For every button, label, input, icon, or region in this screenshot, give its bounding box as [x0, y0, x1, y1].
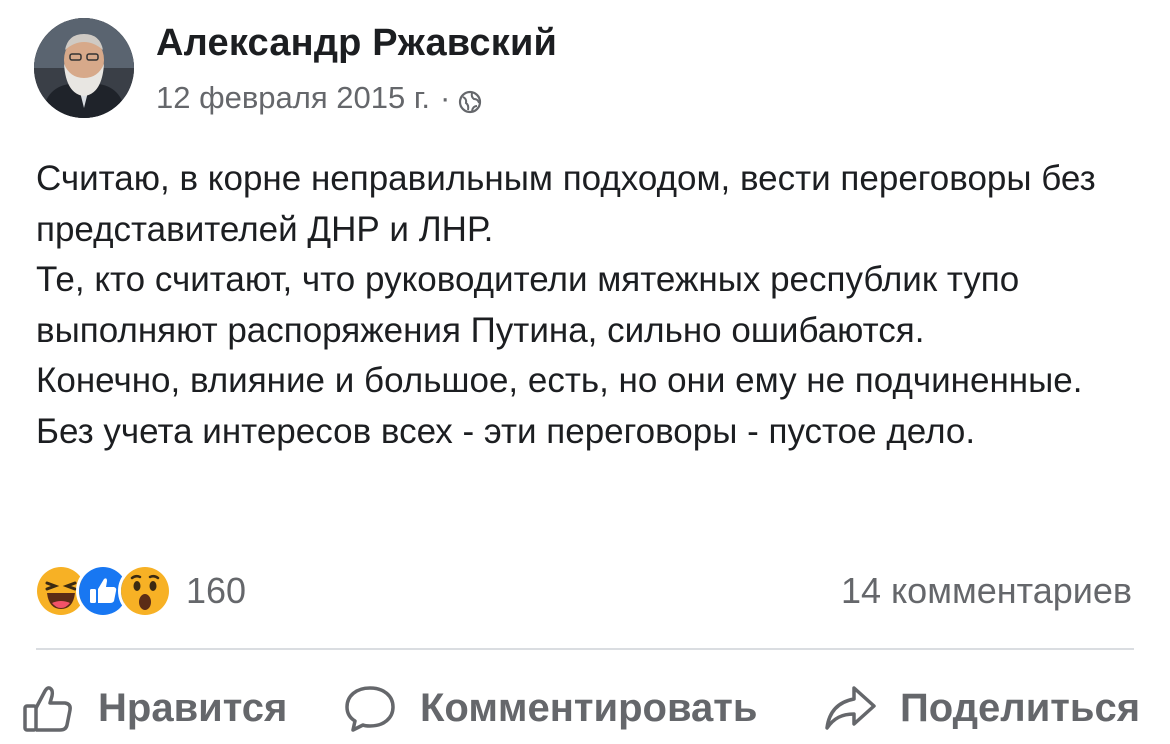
like-button[interactable]: Нравится — [20, 676, 287, 740]
post-text: Считаю, в корне неправильным подходом, в… — [36, 154, 1146, 457]
comment-label: Комментировать — [420, 685, 758, 730]
post-date[interactable]: 12 февраля 2015 г. — [156, 80, 430, 116]
globe-icon — [458, 86, 482, 114]
thumbs-up-icon — [23, 686, 72, 732]
post-paragraph: Считаю, в корне неправильным подходом, в… — [36, 159, 1096, 249]
avatar-photo — [34, 18, 134, 118]
like-label: Нравится — [98, 685, 288, 730]
comment-icon — [345, 686, 395, 732]
share-label: Поделиться — [900, 685, 1141, 730]
author-avatar[interactable] — [34, 18, 134, 118]
facebook-post: Александр Ржавский 12 февраля 2015 г. · … — [0, 0, 1170, 744]
share-icon — [825, 686, 876, 730]
comments-count[interactable]: 14 комментариев — [841, 570, 1132, 612]
action-bar: Нравится Комментировать Поделиться — [0, 676, 1170, 740]
post-meta: 12 февраля 2015 г. · — [156, 80, 482, 116]
reaction-count: 160 — [186, 570, 247, 611]
post-paragraph: Те, кто считают, что руководители мятежн… — [36, 260, 1020, 350]
share-button[interactable]: Поделиться — [822, 676, 1140, 740]
post-paragraph: Конечно, влияние и большое, есть, но они… — [36, 361, 1083, 400]
reactions-summary[interactable]: 160 — [34, 564, 247, 618]
comment-button[interactable]: Комментировать — [342, 676, 757, 740]
divider — [36, 648, 1134, 650]
wow-reaction-icon — [118, 564, 172, 618]
meta-separator: · — [440, 80, 451, 115]
post-paragraph: Без учета интересов всех - эти переговор… — [36, 411, 976, 451]
author-name[interactable]: Александр Ржавский — [156, 22, 557, 65]
